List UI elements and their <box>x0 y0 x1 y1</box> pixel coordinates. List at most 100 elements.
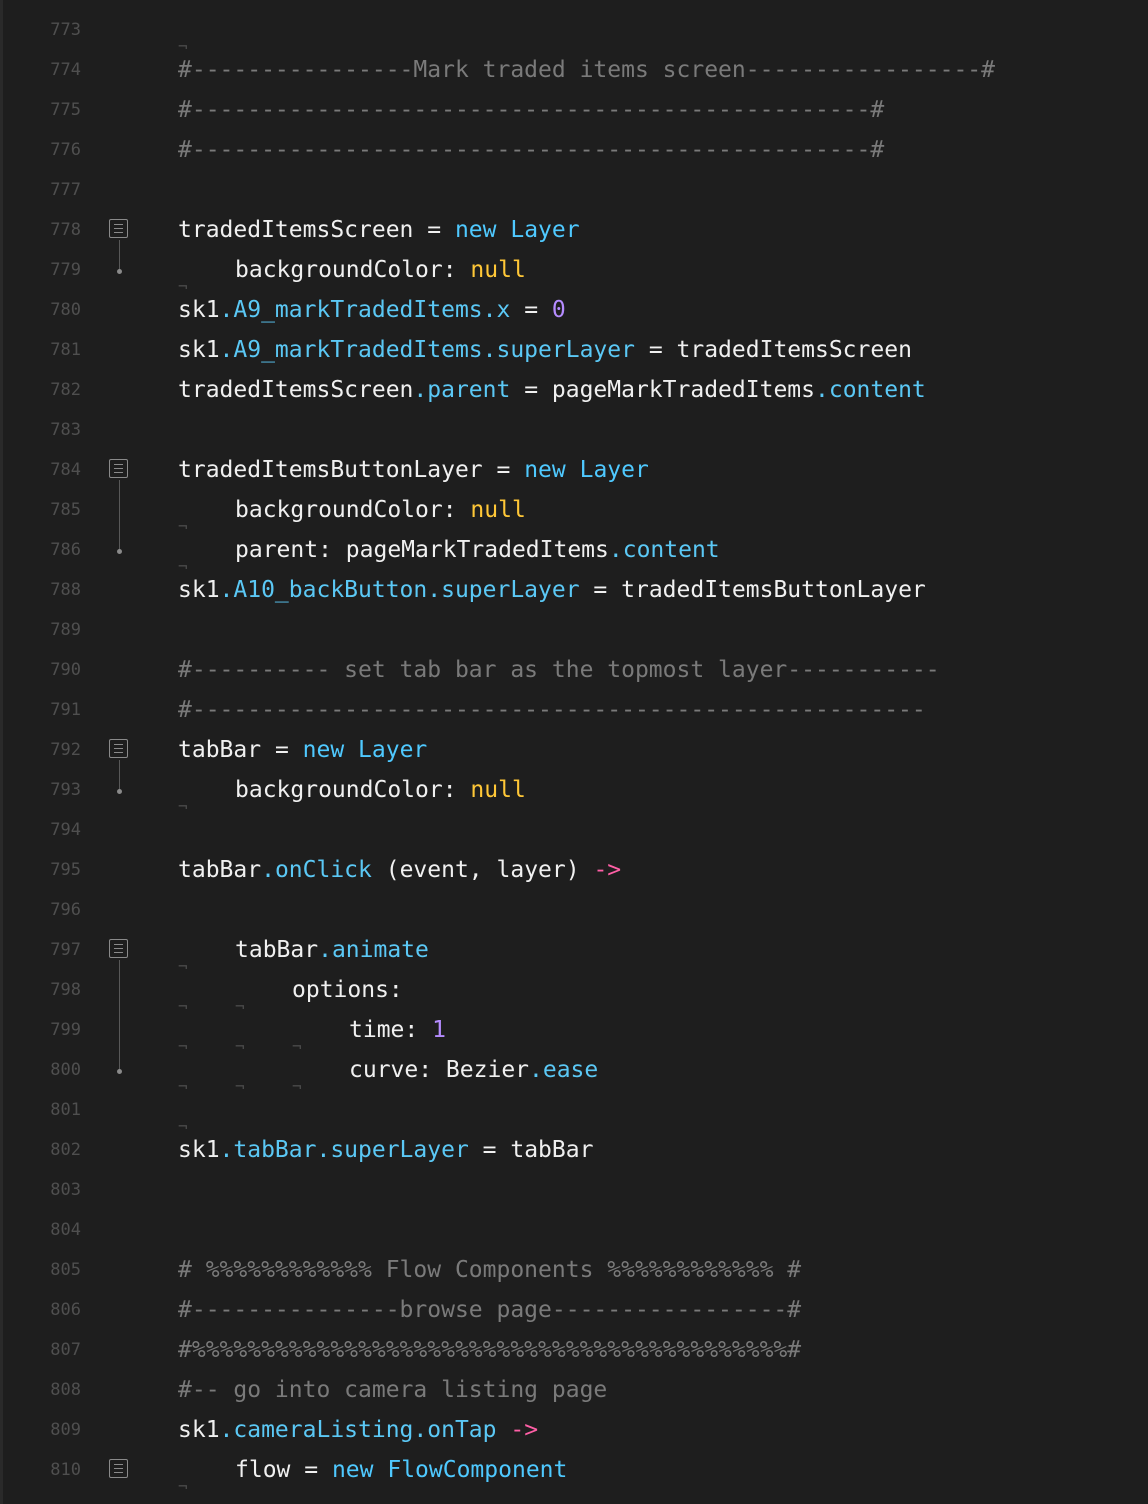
code-token: tabBar <box>510 1137 594 1163</box>
code-line[interactable]: 807 #%%%%%%%%%%%%%%%%%%%%%%%%%%%%%%%%%%%%… <box>3 1330 1148 1370</box>
code-text: sk1.tabBar.superLayer = tabBar <box>178 1136 593 1164</box>
code-line[interactable]: 777 <box>3 170 1148 210</box>
code-line[interactable]: 802 sk1.tabBar.superLayer = tabBar <box>3 1130 1148 1170</box>
fold-toggle-icon[interactable] <box>109 219 128 238</box>
line-number: 805 <box>50 1260 81 1280</box>
code-token: = <box>634 337 677 363</box>
line-number: 786 <box>50 540 81 560</box>
code-line[interactable]: 773 <box>3 10 1148 61</box>
code-token: #----------------Mark traded items scree… <box>178 57 995 83</box>
code-line[interactable]: 804 <box>3 1210 1148 1250</box>
code-line[interactable]: 792 tabBar = new Layer <box>3 730 1148 770</box>
code-text: tabBar = new Layer <box>178 736 427 764</box>
code-token: (event, layer) <box>371 857 594 883</box>
code-line[interactable]: 788 sk1.A10_backButton.superLayer = trade… <box>3 570 1148 610</box>
line-number: 790 <box>50 660 81 680</box>
code-token: -> <box>593 857 622 883</box>
code-token: curve: Bezier <box>349 1057 530 1083</box>
code-token: tradedItemsButtonLayer <box>621 577 926 603</box>
line-number: 784 <box>50 460 81 480</box>
code-token: tabBar <box>178 737 262 763</box>
code-line[interactable]: 806 #---------------browse page----------… <box>3 1290 1148 1330</box>
code-line[interactable]: 778 tradedItemsScreen = new Layer <box>3 210 1148 250</box>
code-line[interactable]: 805 # %%%%%%%%%%%% Flow Components %%%%%%… <box>3 1250 1148 1290</box>
code-line[interactable]: 776 #------------------------------------… <box>3 130 1148 170</box>
code-line[interactable]: 791 #------------------------------------… <box>3 690 1148 730</box>
code-line[interactable]: 786 parent: pageMarkTradedItems.content <box>3 530 1148 581</box>
code-token: Layer <box>358 737 428 763</box>
fold-toggle-icon[interactable] <box>109 739 128 758</box>
code-text: #---------------------------------------… <box>178 696 926 724</box>
code-editor[interactable]: 773 774 #----------------Mark traded items… <box>0 0 1148 1504</box>
line-number: 804 <box>50 1220 81 1240</box>
line-number: 780 <box>50 300 81 320</box>
code-token: backgroundColor: <box>235 777 471 803</box>
code-line[interactable]: 808 #-- go into camera listing page <box>3 1370 1148 1410</box>
code-line[interactable]: 785 backgroundColor: null <box>3 490 1148 541</box>
fold-toggle-icon[interactable] <box>109 939 128 958</box>
code-token: #---------------------------------------… <box>178 137 885 163</box>
code-text: options: <box>178 976 403 1021</box>
code-line[interactable]: 796 <box>3 890 1148 930</box>
code-token: sk1 <box>178 577 220 603</box>
code-token: = <box>290 1457 332 1483</box>
line-number: 782 <box>50 380 81 400</box>
code-token: .parent <box>413 377 511 403</box>
code-text: tradedItemsScreen.parent = pageMarkTrade… <box>178 376 926 404</box>
code-line[interactable]: 795 tabBar.onClick (event, layer) -> <box>3 850 1148 890</box>
line-number: 785 <box>50 500 81 520</box>
line-number: 799 <box>50 1020 81 1040</box>
code-token: 0 <box>551 297 566 323</box>
code-line[interactable]: 810 flow = new FlowComponent <box>3 1450 1148 1501</box>
code-text: backgroundColor: null <box>178 256 526 301</box>
line-number: 795 <box>50 860 81 880</box>
code-token: .content <box>608 537 720 563</box>
code-line[interactable]: 797 tabBar.animate <box>3 930 1148 981</box>
code-token: tradedItemsButtonLayer <box>178 457 483 483</box>
code-line[interactable]: 794 <box>3 810 1148 850</box>
line-number: 800 <box>50 1060 81 1080</box>
fold-toggle-icon[interactable] <box>109 1459 128 1478</box>
code-token: # %%%%%%%%%%%% Flow Components %%%%%%%%%… <box>178 1257 802 1283</box>
code-token: new <box>524 457 566 483</box>
code-line[interactable]: 809 sk1.cameraListing.onTap -> <box>3 1410 1148 1450</box>
code-line[interactable]: 780 sk1.A9_markTradedItems.x = 0 <box>3 290 1148 330</box>
code-text: sk1.A10_backButton.superLayer = tradedIt… <box>178 576 926 604</box>
code-token: .A9_markTradedItems.x <box>219 297 511 323</box>
line-number: 779 <box>50 260 81 280</box>
code-line[interactable]: 774 #----------------Mark traded items sc… <box>3 50 1148 90</box>
code-line[interactable]: 798 options: <box>3 970 1148 1021</box>
code-line[interactable]: 799 time: 1 <box>3 1010 1148 1061</box>
code-token: = <box>261 737 303 763</box>
line-number: 794 <box>50 820 81 840</box>
code-token: #---------------------------------------… <box>178 697 926 723</box>
code-text: tabBar.onClick (event, layer) -> <box>178 856 621 884</box>
code-line[interactable]: 781 sk1.A9_markTradedItems.superLayer = t… <box>3 330 1148 370</box>
code-token: tradedItemsScreen <box>178 377 414 403</box>
code-line[interactable]: 793 backgroundColor: null <box>3 770 1148 821</box>
code-token: options: <box>292 977 403 1003</box>
code-token: = <box>510 377 552 403</box>
code-token: tradedItemsScreen <box>676 337 912 363</box>
code-token: time: <box>349 1017 433 1043</box>
code-line[interactable]: 803 <box>3 1170 1148 1210</box>
code-line[interactable]: 775 #------------------------------------… <box>3 90 1148 130</box>
code-token: .A10_backButton.superLayer <box>219 577 580 603</box>
code-line[interactable]: 789 <box>3 610 1148 650</box>
code-line[interactable]: 790 #---------- set tab bar as the topmos… <box>3 650 1148 690</box>
line-number: 776 <box>50 140 81 160</box>
code-token: .animate <box>318 937 429 963</box>
line-number: 808 <box>50 1380 81 1400</box>
code-line[interactable]: 779 backgroundColor: null <box>3 250 1148 301</box>
code-line[interactable]: 783 <box>3 410 1148 450</box>
code-line[interactable]: 800 curve: Bezier.ease <box>3 1050 1148 1101</box>
code-line[interactable]: 782 tradedItemsScreen.parent = pageMarkTr… <box>3 370 1148 410</box>
fold-end-dot-icon <box>117 789 122 794</box>
fold-toggle-icon[interactable] <box>109 459 128 478</box>
fold-end-dot-icon <box>117 549 122 554</box>
code-line[interactable]: 784 tradedItemsButtonLayer = new Layer <box>3 450 1148 490</box>
code-token: .content <box>815 377 926 403</box>
line-number: 788 <box>50 580 81 600</box>
code-line[interactable]: 801 <box>3 1090 1148 1141</box>
